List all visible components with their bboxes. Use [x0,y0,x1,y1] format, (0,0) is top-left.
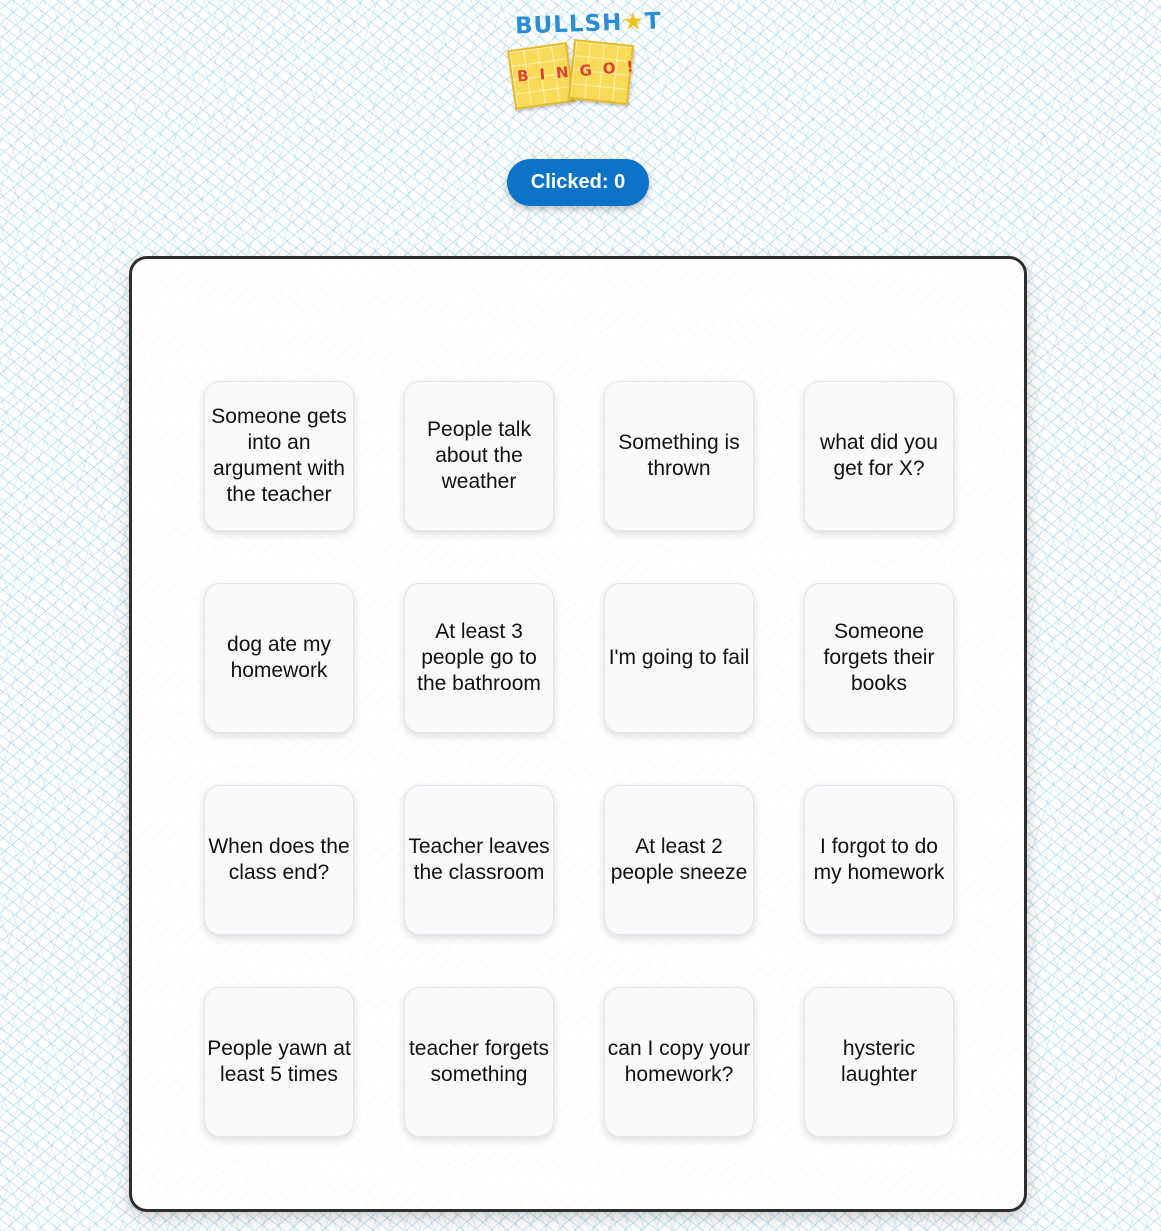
bingo-cell[interactable]: teacher forgets something [404,987,554,1137]
bingo-cell[interactable]: At least 3 people go to the bathroom [404,583,554,733]
bingo-cell-label: I'm going to fail [608,646,750,669]
bingo-cell-label: hysteric laughter [841,1037,917,1086]
app-logo: BULLSH★T BINGO! [505,6,662,118]
bingo-cell-label: Teacher leaves the classroom [408,835,550,884]
bingo-cell-label: what did you get for X? [820,431,938,480]
logo-wordmark-start: BULLSH [514,9,623,40]
bingo-cell-label: teacher forgets something [408,1037,550,1086]
bingo-cell-label: can I copy your homework? [607,1037,751,1086]
bingo-cell-label: Someone forgets their books [823,620,935,695]
bingo-cell[interactable]: Someone gets into an argument with the t… [204,381,354,531]
bingo-cell[interactable]: At least 2 people sneeze [604,785,754,935]
bingo-cell-label: People talk about the weather [427,418,531,493]
bingo-cell-label: Something is thrown [618,431,740,480]
bingo-cell[interactable]: People yawn at least 5 times [204,987,354,1137]
bingo-cell[interactable]: People talk about the weather [404,381,554,531]
logo-wordmark-end: T [644,8,663,36]
bingo-cell[interactable]: When does the class end? [204,785,354,935]
bingo-cell[interactable]: I forgot to do my homework [804,785,954,935]
bingo-cell-label: dog ate my homework [227,633,331,682]
bingo-cell-label: When does the class end? [208,835,350,884]
star-icon: ★ [621,7,646,36]
bingo-cell[interactable]: can I copy your homework? [604,987,754,1137]
bingo-cell-label: People yawn at least 5 times [207,1037,351,1086]
logo-wordmark: BULLSH★T [514,6,663,40]
bingo-cell[interactable]: dog ate my homework [204,583,354,733]
bingo-cell[interactable]: Teacher leaves the classroom [404,785,554,935]
bingo-cell-label: At least 2 people sneeze [610,835,748,884]
bingo-cell[interactable]: Something is thrown [604,381,754,531]
bingo-cell[interactable]: hysteric laughter [804,987,954,1137]
bingo-cell[interactable]: Someone forgets their books [804,583,954,733]
clicked-counter: Clicked: 0 [507,159,649,206]
bingo-board: Someone gets into an argument with the t… [129,256,1027,1212]
bingo-cell-label: Someone gets into an argument with the t… [211,405,347,506]
bingo-cell-label: I forgot to do my homework [813,835,945,884]
bingo-cell-label: At least 3 people go to the bathroom [417,620,541,695]
bingo-cell[interactable]: what did you get for X? [804,381,954,531]
bingo-cell[interactable]: I'm going to fail [604,583,754,733]
